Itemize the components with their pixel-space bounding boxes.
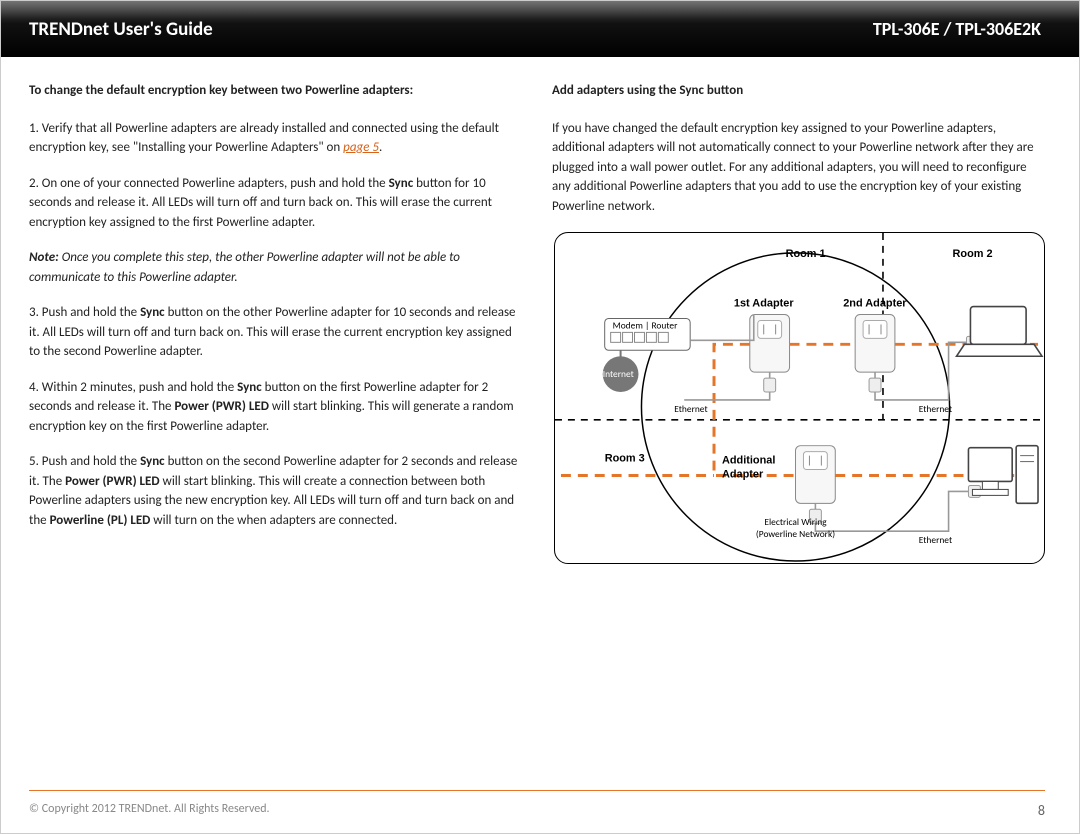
- body-columns: To change the default encryption key bet…: [1, 57, 1079, 564]
- room3-label: Room 3: [605, 453, 645, 465]
- step-5: 5. Push and hold the Sync button on the …: [29, 452, 522, 530]
- second-adapter-label: 2nd Adapter: [843, 298, 907, 310]
- page-5-link[interactable]: page 5: [343, 140, 379, 155]
- step-2: 2. On one of your connected Powerline ad…: [29, 174, 522, 233]
- ethernet-label-1: Ethernet: [674, 403, 707, 415]
- wiring-label-2: (Powerline Network): [756, 528, 835, 540]
- guide-title: TRENDnet User's Guide: [29, 18, 213, 41]
- right-intro: If you have changed the default encrypti…: [552, 119, 1045, 217]
- left-column: To change the default encryption key bet…: [29, 81, 522, 564]
- additional-label-2: Adapter: [722, 468, 764, 480]
- step-1: 1. Verify that all Powerline adapters ar…: [29, 119, 522, 158]
- page-number: 8: [1038, 802, 1045, 819]
- header-bar: TRENDnet User's Guide TPL-306E / TPL-306…: [1, 1, 1079, 57]
- desktop-icon: [968, 446, 1038, 504]
- ethernet-label-3: Ethernet: [919, 534, 952, 546]
- note-text: Note: Once you complete this step, the o…: [29, 248, 522, 287]
- footer-rule: [29, 790, 1045, 791]
- copyright-text: © Copyright 2012 TRENDnet. All Rights Re…: [29, 802, 270, 819]
- wiring-label-1: Electrical Wiring: [764, 516, 827, 528]
- additional-label-1: Additional: [722, 455, 775, 467]
- adapter-1-icon: [750, 314, 790, 372]
- adapter-2-icon: [855, 314, 895, 372]
- modem-label: Modem | Router: [613, 319, 678, 331]
- network-diagram: Room 1 Room 2 Room 3 1st Adapter 2nd Ada…: [554, 232, 1045, 564]
- right-heading: Add adapters using the Sync button: [552, 81, 1045, 101]
- room2-label: Room 2: [953, 248, 993, 260]
- step-3: 3. Push and hold the Sync button on the …: [29, 303, 522, 362]
- document-page: TRENDnet User's Guide TPL-306E / TPL-306…: [0, 0, 1080, 834]
- ethernet-label-2: Ethernet: [919, 403, 952, 415]
- laptop-icon: [957, 307, 1042, 357]
- step-4: 4. Within 2 minutes, push and hold the S…: [29, 378, 522, 437]
- model-number: TPL-306E / TPL-306E2K: [873, 18, 1041, 40]
- left-heading: To change the default encryption key bet…: [29, 81, 522, 101]
- additional-adapter-icon: [796, 446, 836, 504]
- diagram-svg: Room 1 Room 2 Room 3 1st Adapter 2nd Ada…: [555, 233, 1044, 563]
- footer: © Copyright 2012 TRENDnet. All Rights Re…: [29, 802, 1045, 819]
- first-adapter-label: 1st Adapter: [734, 298, 794, 310]
- internet-label: Internet: [603, 368, 634, 380]
- right-column: Add adapters using the Sync button If yo…: [552, 81, 1045, 564]
